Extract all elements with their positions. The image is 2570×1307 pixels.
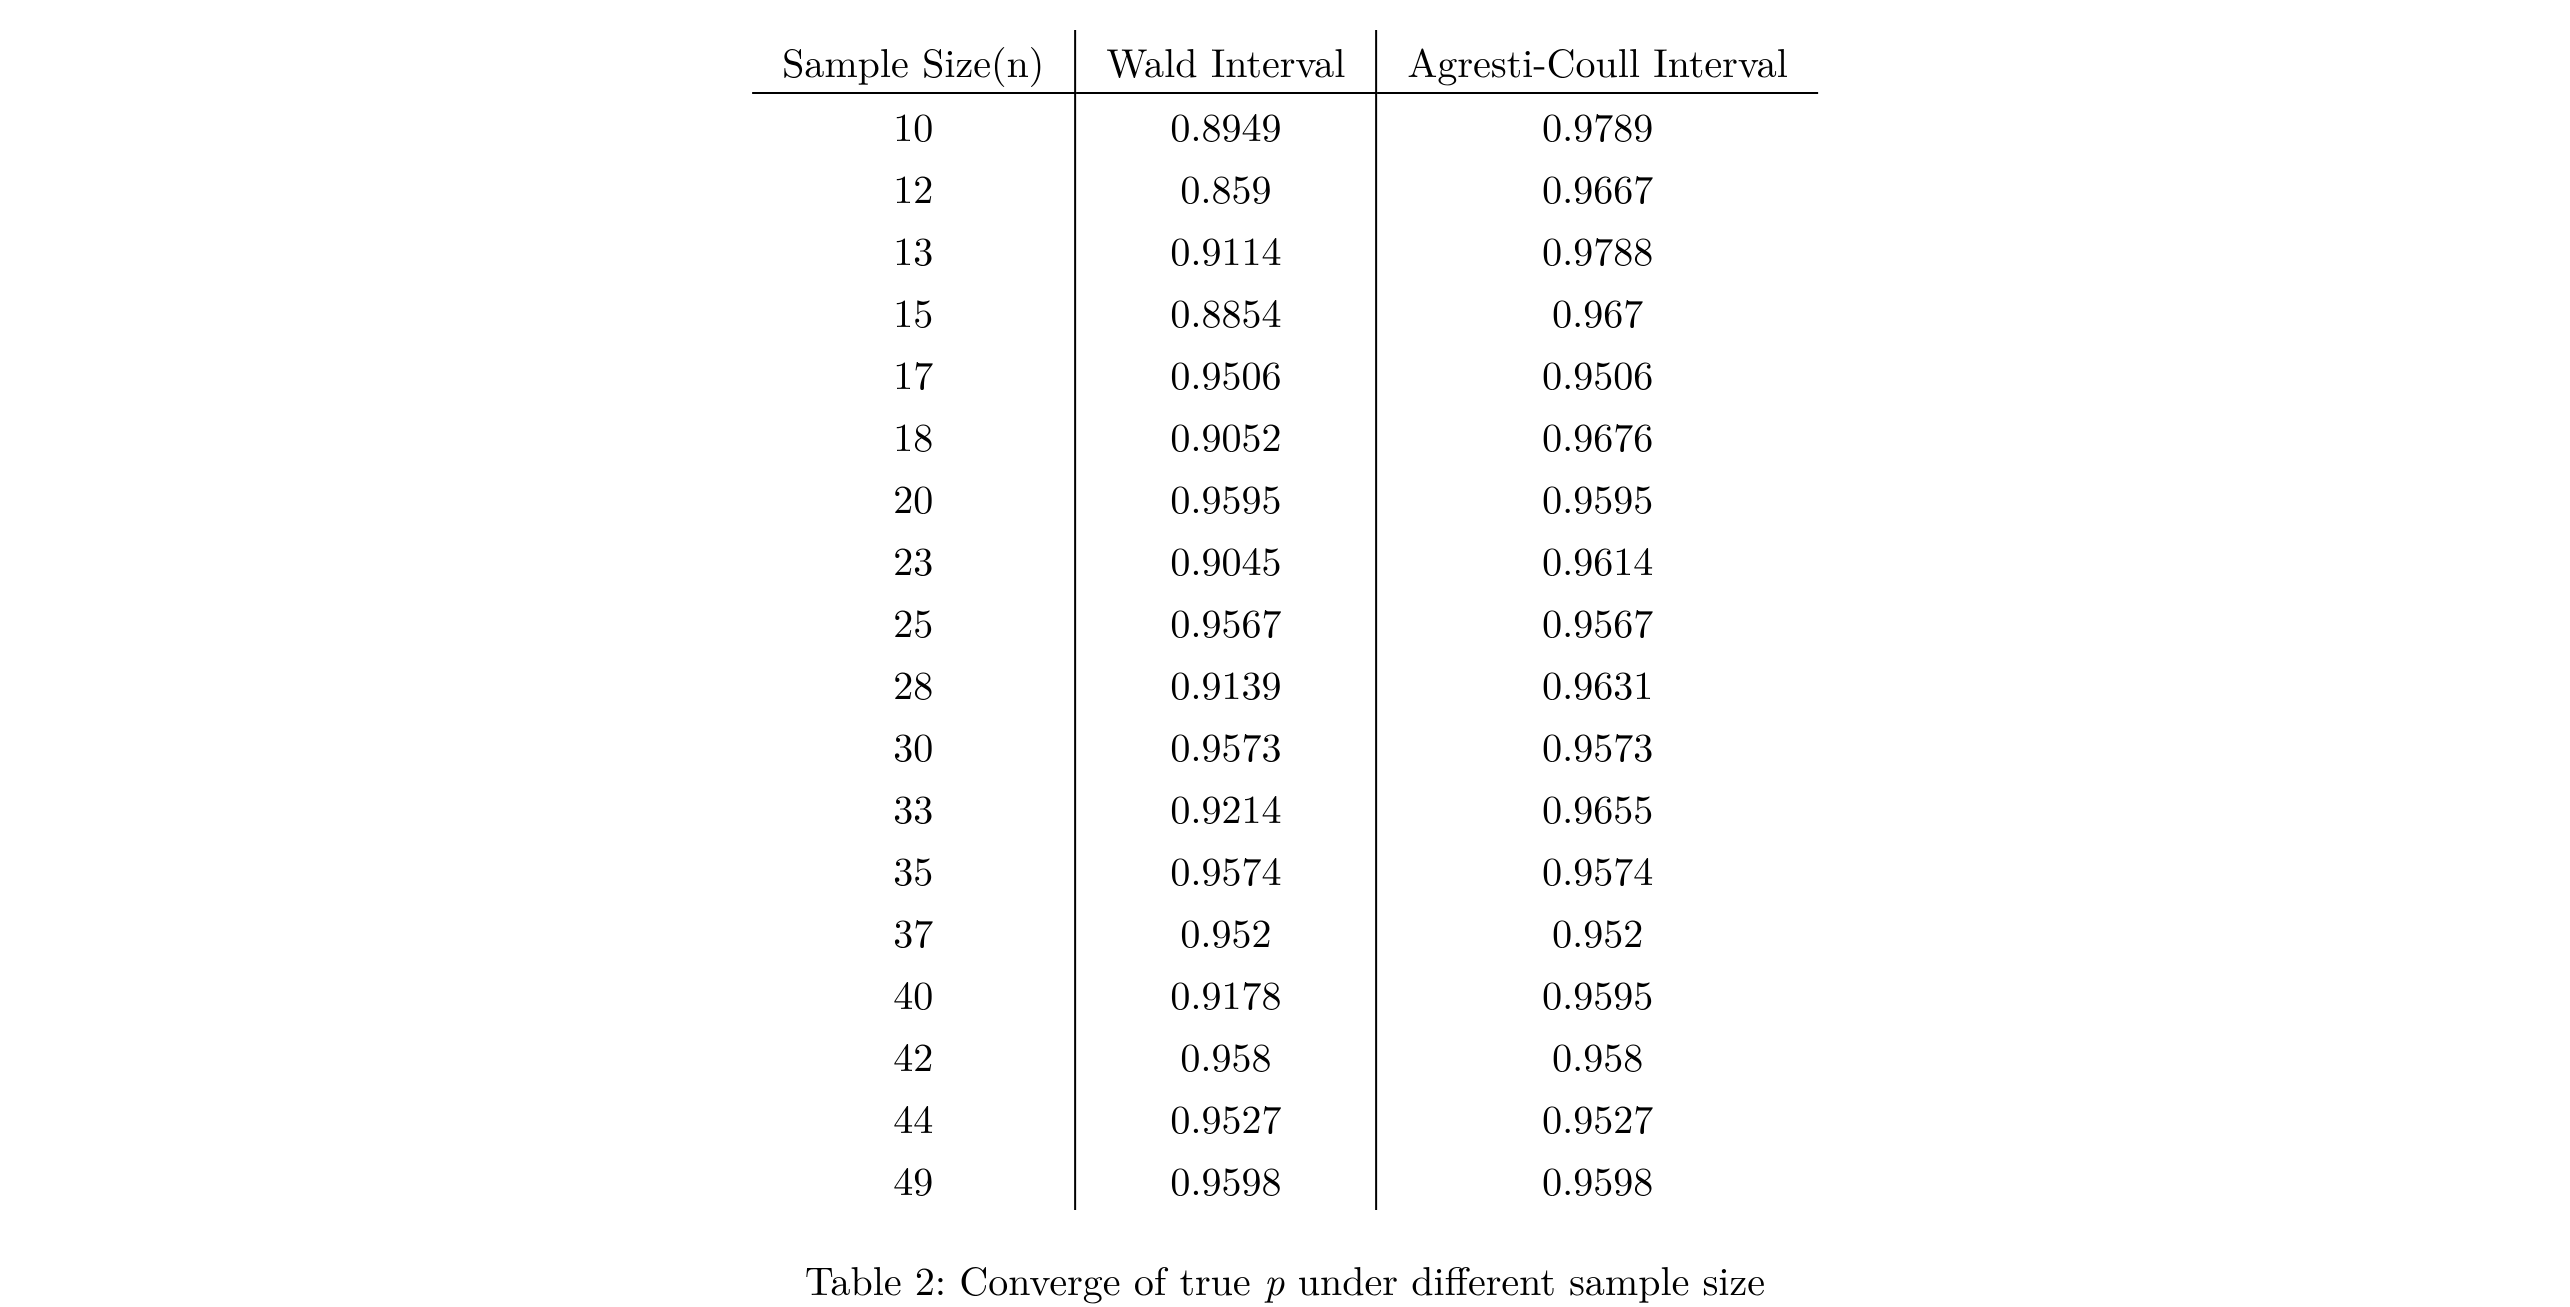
cell-ac: 0.9598 [1376, 1148, 1817, 1210]
cell-wald: 0.9214 [1075, 776, 1376, 838]
table-row: 400.91780.9595 [752, 962, 1818, 1024]
cell-wald: 0.9574 [1075, 838, 1376, 900]
cell-n: 23 [752, 528, 1075, 590]
cell-n: 20 [752, 466, 1075, 528]
table-row: 180.90520.9676 [752, 404, 1818, 466]
cell-wald: 0.8854 [1075, 280, 1376, 342]
cell-n: 13 [752, 218, 1075, 280]
table-row: 300.95730.9573 [752, 714, 1818, 776]
cell-wald: 0.952 [1075, 900, 1376, 962]
table-row: 170.95060.9506 [752, 342, 1818, 404]
cell-n: 35 [752, 838, 1075, 900]
cell-ac: 0.9631 [1376, 652, 1817, 714]
table-row: 230.90450.9614 [752, 528, 1818, 590]
table-header-row: Sample Size(n) Wald Interval Agresti-Cou… [752, 30, 1818, 93]
cell-ac: 0.9667 [1376, 156, 1817, 218]
cell-ac: 0.9788 [1376, 218, 1817, 280]
cell-wald: 0.9527 [1075, 1086, 1376, 1148]
table-body: 100.89490.9789 120.8590.9667 130.91140.9… [752, 93, 1818, 1210]
table-row: 330.92140.9655 [752, 776, 1818, 838]
coverage-table: Sample Size(n) Wald Interval Agresti-Cou… [752, 30, 1818, 1210]
cell-wald: 0.9114 [1075, 218, 1376, 280]
cell-wald: 0.9178 [1075, 962, 1376, 1024]
cell-n: 15 [752, 280, 1075, 342]
caption-prefix: Table 2: Converge of true [805, 1250, 1264, 1307]
table-caption: Table 2: Converge of true p under differ… [752, 1250, 1818, 1307]
cell-ac: 0.9676 [1376, 404, 1817, 466]
page: Sample Size(n) Wald Interval Agresti-Cou… [0, 0, 2570, 1228]
cell-ac: 0.9595 [1376, 962, 1817, 1024]
cell-n: 49 [752, 1148, 1075, 1210]
cell-wald: 0.859 [1075, 156, 1376, 218]
cell-ac: 0.9614 [1376, 528, 1817, 590]
cell-n: 37 [752, 900, 1075, 962]
cell-n: 25 [752, 590, 1075, 652]
table-row: 440.95270.9527 [752, 1086, 1818, 1148]
cell-n: 42 [752, 1024, 1075, 1086]
cell-n: 33 [752, 776, 1075, 838]
cell-wald: 0.958 [1075, 1024, 1376, 1086]
table-head: Sample Size(n) Wald Interval Agresti-Cou… [752, 30, 1818, 93]
cell-wald: 0.9139 [1075, 652, 1376, 714]
table-container: Sample Size(n) Wald Interval Agresti-Cou… [752, 30, 1818, 1307]
cell-ac: 0.958 [1376, 1024, 1817, 1086]
cell-n: 12 [752, 156, 1075, 218]
table-row: 420.9580.958 [752, 1024, 1818, 1086]
cell-wald: 0.9573 [1075, 714, 1376, 776]
cell-ac: 0.9655 [1376, 776, 1817, 838]
cell-n: 18 [752, 404, 1075, 466]
table-row: 350.95740.9574 [752, 838, 1818, 900]
cell-wald: 0.9595 [1075, 466, 1376, 528]
table-row: 200.95950.9595 [752, 466, 1818, 528]
cell-n: 28 [752, 652, 1075, 714]
cell-wald: 0.9567 [1075, 590, 1376, 652]
cell-ac: 0.967 [1376, 280, 1817, 342]
cell-ac: 0.9789 [1376, 93, 1817, 156]
cell-ac: 0.9506 [1376, 342, 1817, 404]
cell-n: 30 [752, 714, 1075, 776]
cell-wald: 0.9506 [1075, 342, 1376, 404]
caption-variable-p: p [1264, 1250, 1284, 1307]
cell-n: 40 [752, 962, 1075, 1024]
table-row: 370.9520.952 [752, 900, 1818, 962]
cell-ac: 0.9574 [1376, 838, 1817, 900]
cell-ac: 0.9567 [1376, 590, 1817, 652]
cell-wald: 0.9045 [1075, 528, 1376, 590]
cell-wald: 0.9052 [1075, 404, 1376, 466]
cell-ac: 0.9595 [1376, 466, 1817, 528]
cell-ac: 0.9573 [1376, 714, 1817, 776]
cell-wald: 0.8949 [1075, 93, 1376, 156]
col-header-agresti-coull: Agresti-Coull Interval [1376, 30, 1817, 93]
cell-n: 44 [752, 1086, 1075, 1148]
cell-n: 10 [752, 93, 1075, 156]
table-row: 130.91140.9788 [752, 218, 1818, 280]
col-header-wald: Wald Interval [1075, 30, 1376, 93]
cell-ac: 0.9527 [1376, 1086, 1817, 1148]
caption-suffix: under different sample size [1284, 1250, 1765, 1307]
col-header-sample-size: Sample Size(n) [752, 30, 1075, 93]
table-row: 490.95980.9598 [752, 1148, 1818, 1210]
cell-ac: 0.952 [1376, 900, 1817, 962]
cell-n: 17 [752, 342, 1075, 404]
table-row: 120.8590.9667 [752, 156, 1818, 218]
cell-wald: 0.9598 [1075, 1148, 1376, 1210]
table-row: 280.91390.9631 [752, 652, 1818, 714]
table-row: 100.89490.9789 [752, 93, 1818, 156]
table-row: 250.95670.9567 [752, 590, 1818, 652]
table-row: 150.88540.967 [752, 280, 1818, 342]
